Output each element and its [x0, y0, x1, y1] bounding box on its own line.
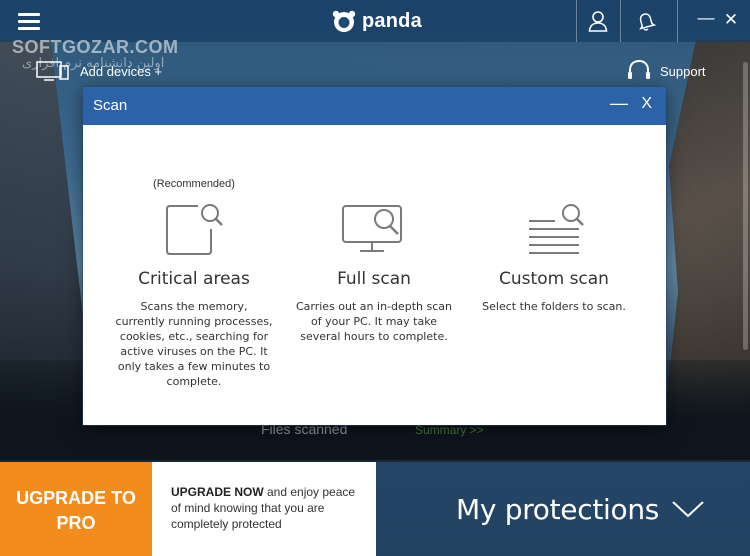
- custom-scan-option[interactable]: Custom scan Select the folders to scan.: [469, 197, 639, 314]
- upgrade-button-line1: UGPRADE TO: [16, 488, 136, 508]
- support-button[interactable]: Support: [626, 58, 706, 84]
- full-scan-description: Carries out an in-depth scan of your PC.…: [295, 300, 453, 343]
- critical-areas-description: Scans the memory, currently running proc…: [115, 300, 273, 388]
- upgrade-button-line2: PRO: [56, 513, 96, 533]
- upgrade-now-bold: UPGRADE NOW: [171, 485, 264, 499]
- toolbar-divider: [677, 0, 678, 42]
- add-devices-button[interactable]: Add devices +: [36, 60, 162, 82]
- top-bar: panda — ✕: [0, 0, 750, 42]
- panda-logo: panda: [332, 8, 422, 34]
- upgrade-promo-text: UPGRADE NOW and enjoy peace of mind know…: [152, 462, 376, 556]
- support-label: Support: [660, 63, 706, 79]
- dialog-title-bar: Scan — X: [83, 87, 666, 125]
- close-icon[interactable]: ✕: [720, 10, 742, 30]
- toolbar-divider: [620, 0, 621, 42]
- user-icon[interactable]: [576, 0, 620, 42]
- dialog-minimize-button[interactable]: —: [610, 93, 628, 114]
- add-devices-label: Add devices +: [80, 63, 163, 79]
- bell-icon[interactable]: [624, 0, 668, 42]
- critical-areas-icon: [109, 197, 279, 257]
- chevron-down-icon: [672, 501, 704, 518]
- custom-scan-title: Custom scan: [499, 269, 609, 289]
- critical-areas-title: Critical areas: [138, 269, 250, 289]
- scrollbar[interactable]: [743, 62, 748, 350]
- upgrade-to-pro-button[interactable]: UGPRADE TO PRO: [0, 462, 152, 556]
- headset-icon: [628, 59, 650, 79]
- summary-link[interactable]: Summary >>: [415, 423, 484, 437]
- watermark-text: SOFTGOZAR.COM: [12, 37, 179, 57]
- full-scan-title: Full scan: [337, 269, 411, 289]
- scan-dialog: Scan — X (Recommended) Critical areas Sc…: [83, 87, 666, 425]
- logo-text: panda: [362, 9, 422, 32]
- full-scan-option[interactable]: Full scan Carries out an in-depth scan o…: [289, 197, 459, 344]
- minimize-icon[interactable]: —: [695, 8, 717, 28]
- monitor-icon: [36, 61, 69, 81]
- recommended-label: (Recommended): [153, 178, 235, 190]
- dialog-title: Scan: [93, 97, 128, 114]
- full-scan-icon: [289, 197, 459, 257]
- custom-scan-description: Select the folders to scan.: [482, 300, 626, 313]
- panda-logo-icon: [332, 10, 356, 32]
- custom-scan-icon: [469, 197, 639, 257]
- menu-icon[interactable]: [18, 13, 40, 31]
- my-protections-button[interactable]: My protections: [376, 462, 750, 556]
- critical-areas-option[interactable]: Critical areas Scans the memory, current…: [109, 197, 279, 389]
- dialog-close-button[interactable]: X: [641, 95, 652, 113]
- my-protections-label: My protections: [456, 492, 660, 526]
